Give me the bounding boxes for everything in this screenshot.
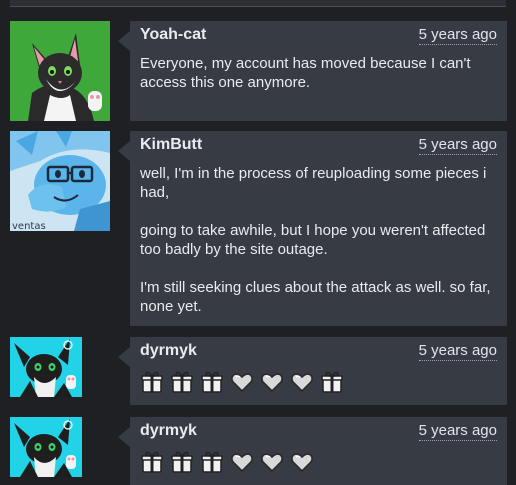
comment-bubble: dyrmyk 5 years ago xyxy=(118,417,507,485)
timestamp[interactable]: 5 years ago xyxy=(418,342,497,361)
heart-icon xyxy=(230,370,254,394)
username-link[interactable]: Yoah-cat xyxy=(140,26,206,44)
comment-paragraph: going to take awhile, but I hope you wer… xyxy=(140,222,486,258)
gift-icon xyxy=(200,450,224,474)
comment-paragraph: Everyone, my account has moved because I… xyxy=(140,55,471,91)
timestamp[interactable]: 5 years ago xyxy=(418,422,497,441)
avatar[interactable]: ventas xyxy=(10,131,110,231)
comment-paragraph: I'm still seeking clues about the attack… xyxy=(140,279,491,315)
comment-bubble: dyrmyk 5 years ago xyxy=(118,337,507,405)
comment: ventas KimButt 5 years ago well, I'm in … xyxy=(10,131,507,326)
timestamp[interactable]: 5 years ago xyxy=(418,136,497,155)
username-link[interactable]: KimButt xyxy=(140,136,202,154)
avatar[interactable] xyxy=(10,21,110,121)
gift-icon xyxy=(170,370,194,394)
comment: dyrmyk 5 years ago xyxy=(10,337,507,405)
comment-bubble: KimButt 5 years ago well, I'm in the pro… xyxy=(118,131,507,326)
heart-icon xyxy=(290,450,314,474)
gift-icon xyxy=(320,370,344,394)
avatar[interactable] xyxy=(10,337,82,397)
heart-icon xyxy=(230,450,254,474)
artist-signature: ventas xyxy=(12,221,46,231)
comment-text: well, I'm in the process of reuploading … xyxy=(140,164,497,316)
heart-icon xyxy=(260,450,284,474)
username-link[interactable]: dyrmyk xyxy=(140,342,197,360)
comment-bubble: Yoah-cat 5 years ago Everyone, my accoun… xyxy=(118,21,507,121)
username-link[interactable]: dyrmyk xyxy=(140,422,197,440)
gift-icon xyxy=(170,450,194,474)
previous-comment-edge xyxy=(10,0,506,7)
gift-icon xyxy=(140,450,164,474)
timestamp[interactable]: 5 years ago xyxy=(418,26,497,45)
gift-icon xyxy=(140,370,164,394)
emoji-row xyxy=(140,450,314,474)
heart-icon xyxy=(260,370,284,394)
comment: Yoah-cat 5 years ago Everyone, my accoun… xyxy=(10,21,507,121)
comment: dyrmyk 5 years ago xyxy=(10,417,507,485)
emoji-row xyxy=(140,370,344,394)
heart-icon xyxy=(290,370,314,394)
comment-text: Everyone, my account has moved because I… xyxy=(140,54,497,92)
comment-paragraph: well, I'm in the process of reuploading … xyxy=(140,165,487,201)
gift-icon xyxy=(200,370,224,394)
avatar[interactable] xyxy=(10,417,82,477)
